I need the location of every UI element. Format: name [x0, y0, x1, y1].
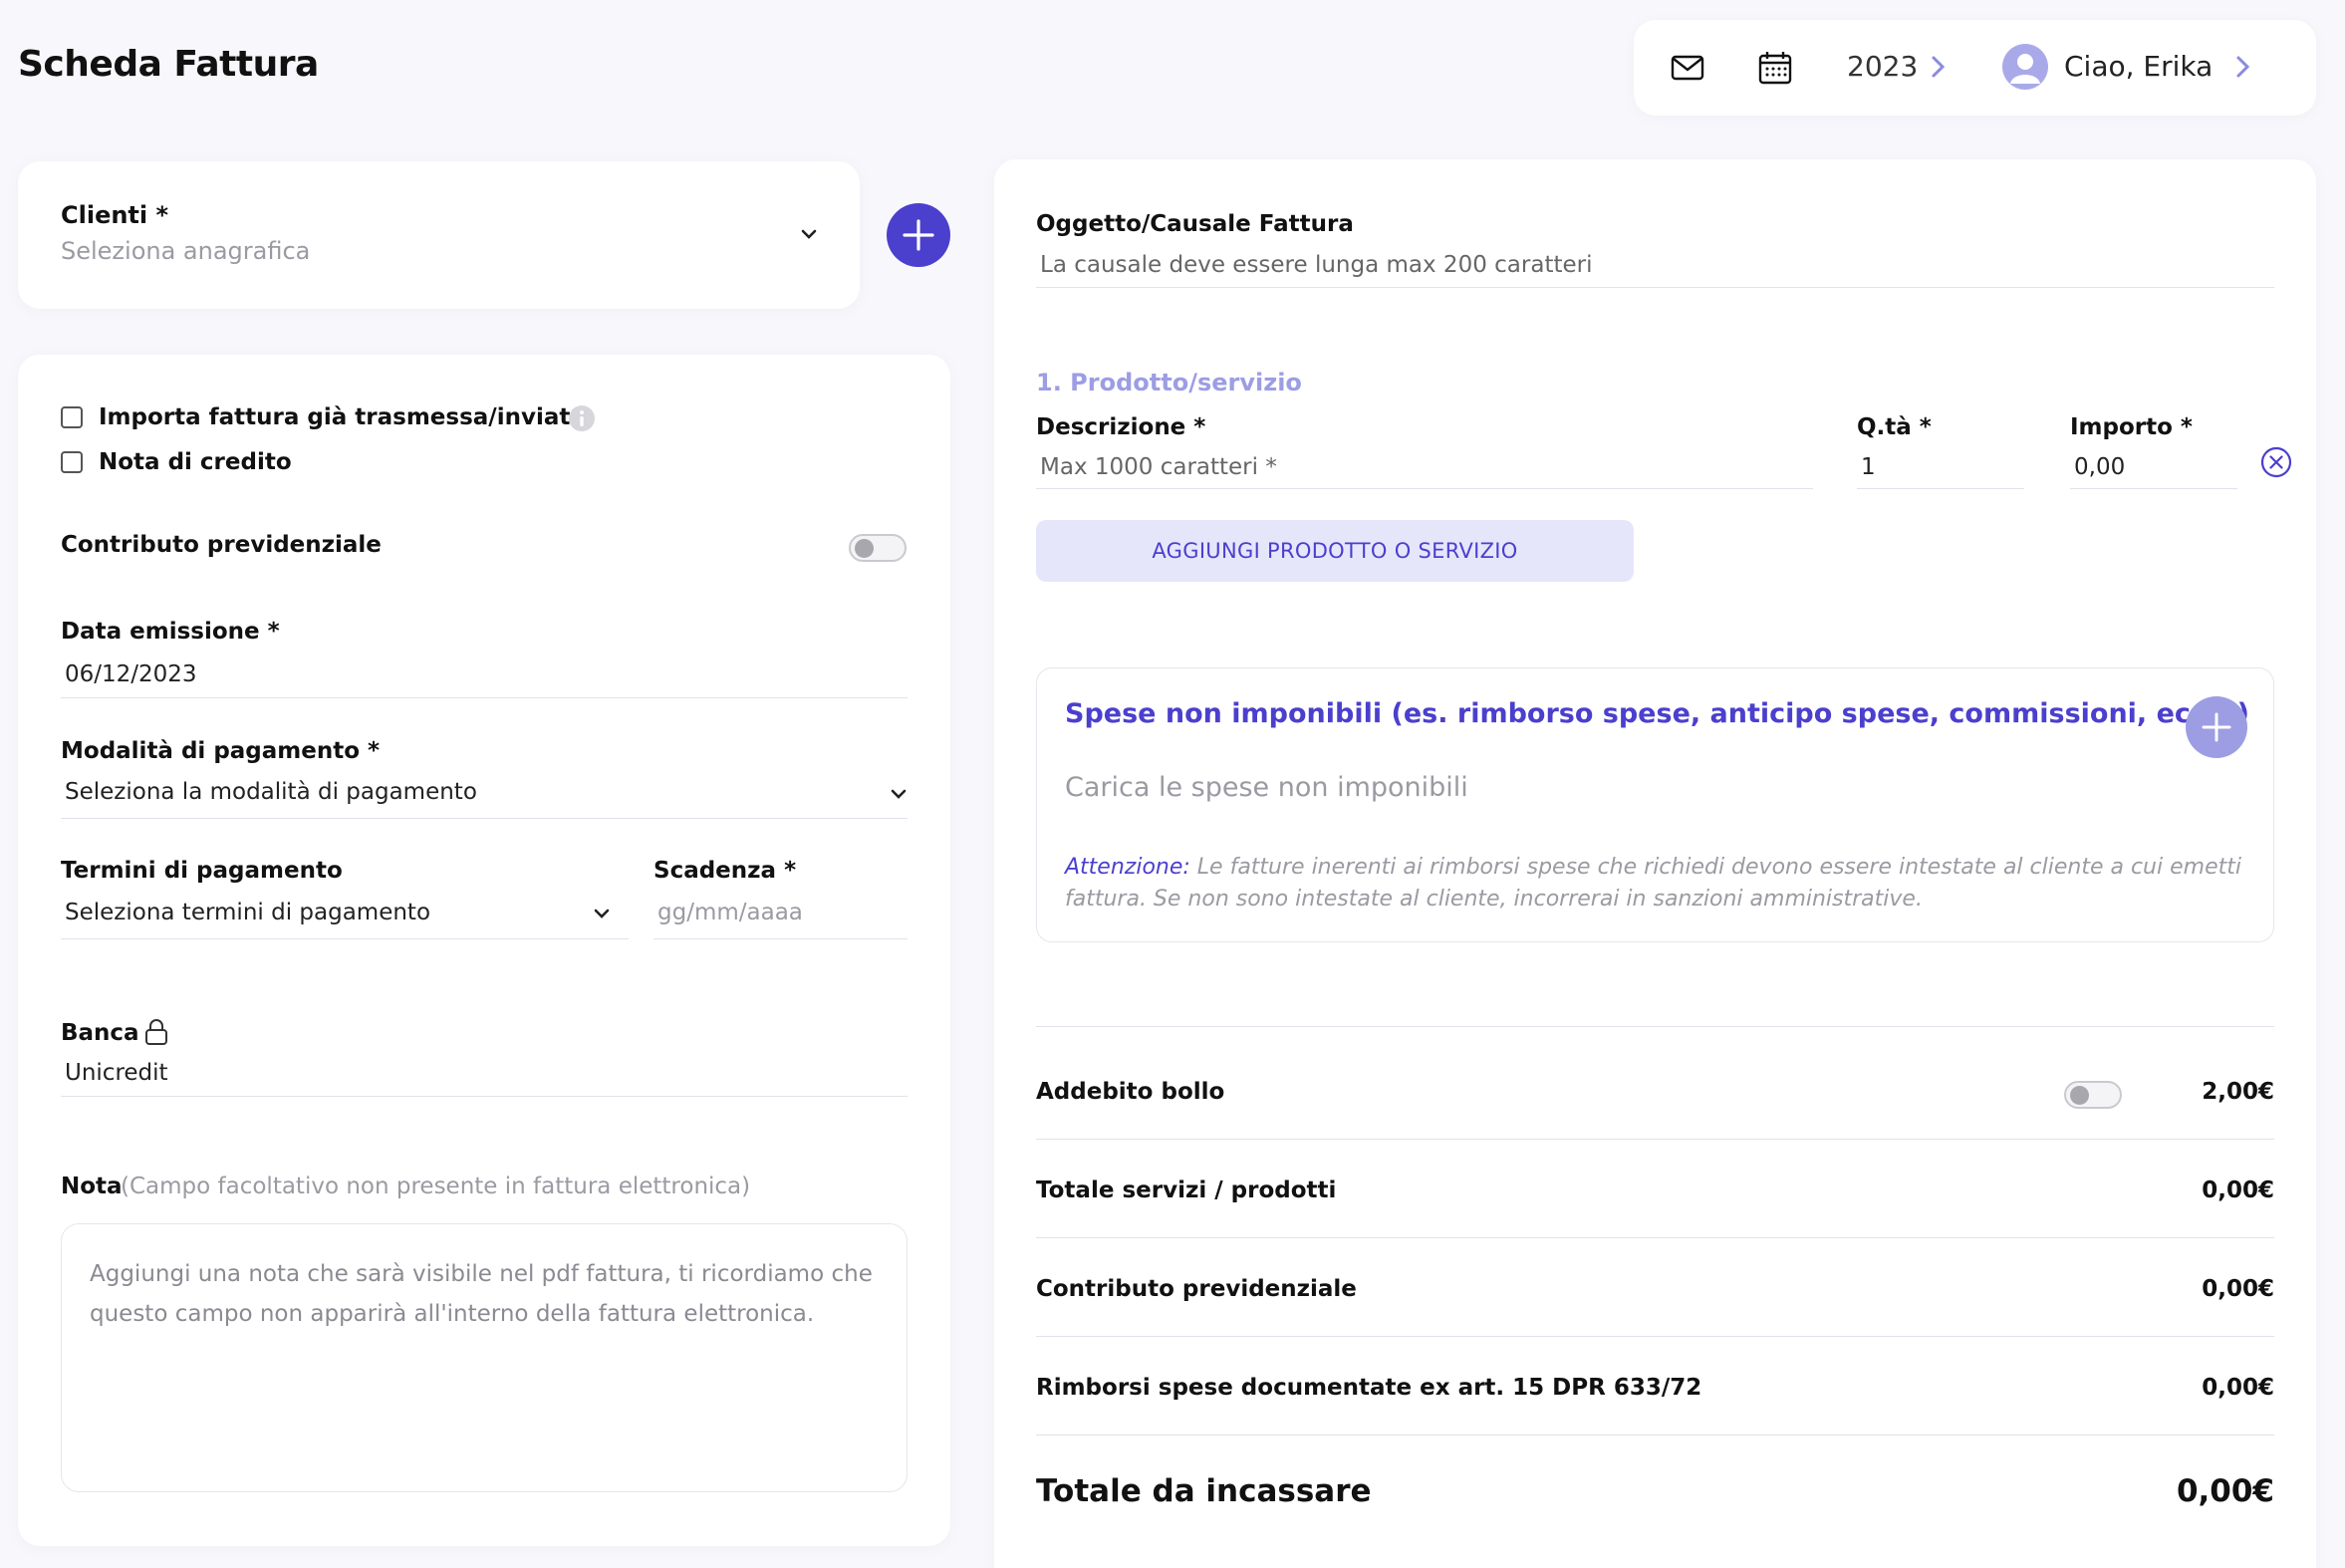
rimborsi-value: 0,00€	[2202, 1375, 2274, 1401]
top-header: 2023 Ciao, Erika	[1634, 20, 2316, 116]
data-emissione-label: Data emissione *	[61, 619, 280, 645]
year-selector[interactable]: 2023	[1847, 50, 1918, 83]
data-emissione-field[interactable]: 06/12/2023	[65, 661, 197, 687]
plus-icon	[903, 219, 934, 251]
chevron-down-icon[interactable]	[798, 227, 820, 247]
contributo-summary-label: Contributo previdenziale	[1036, 1276, 1357, 1302]
termini-label: Termini di pagamento	[61, 858, 343, 884]
descrizione-field[interactable]: Max 1000 caratteri *	[1040, 454, 1277, 480]
qta-field[interactable]: 1	[1861, 454, 1876, 480]
client-label: Clienti *	[61, 201, 169, 229]
plus-icon	[2202, 712, 2231, 742]
spese-warning-label: Attenzione:	[1065, 855, 1190, 880]
avatar[interactable]	[2002, 44, 2048, 90]
credit-note-checkbox[interactable]	[61, 451, 83, 473]
add-spese-button[interactable]	[2186, 696, 2247, 758]
scadenza-field[interactable]: gg/mm/aaaa	[657, 900, 803, 925]
contributo-summary-value: 0,00€	[2202, 1276, 2274, 1302]
nota-hint: (Campo facoltativo non presente in fattu…	[121, 1174, 751, 1199]
mail-icon[interactable]	[1668, 48, 1707, 88]
rimborsi-label: Rimborsi spese documentate ex art. 15 DP…	[1036, 1375, 1702, 1401]
remove-item-icon[interactable]	[2259, 445, 2293, 483]
termini-select[interactable]: Seleziona termini di pagamento	[65, 900, 430, 925]
spese-warning-text: Le fatture inerenti ai rimborsi spese ch…	[1065, 855, 2241, 912]
bollo-label: Addebito bollo	[1036, 1079, 1225, 1105]
client-placeholder: Seleziona anagrafica	[61, 237, 311, 265]
invoice-items-card: Oggetto/Causale Fattura La causale deve …	[994, 159, 2316, 1568]
nota-label: Nota	[61, 1174, 123, 1199]
totale-servizi-value: 0,00€	[2202, 1177, 2274, 1203]
modalita-label: Modalità di pagamento *	[61, 738, 381, 764]
import-invoice-label: Importa fattura già trasmessa/inviata	[99, 404, 586, 430]
oggetto-label: Oggetto/Causale Fattura	[1036, 211, 1354, 237]
info-icon[interactable]	[568, 404, 596, 436]
product-section-title: 1. Prodotto/servizio	[1036, 369, 1302, 396]
contributo-toggle[interactable]	[849, 534, 907, 562]
nota-textarea[interactable]: Aggiungi una nota che sarà visibile nel …	[61, 1223, 908, 1492]
totale-row: Totale da incassare 0,00€	[1036, 1435, 2274, 1533]
rimborsi-row: Rimborsi spese documentate ex art. 15 DP…	[1036, 1336, 2274, 1435]
modalita-select[interactable]: Seleziona la modalità di pagamento	[65, 779, 477, 805]
banca-label: Banca	[61, 1020, 139, 1046]
spese-upload-placeholder[interactable]: Carica le spese non imponibili	[1065, 772, 1468, 803]
chevron-down-icon[interactable]	[889, 787, 909, 806]
importo-field[interactable]: 0,00	[2074, 454, 2125, 480]
user-greeting[interactable]: Ciao, Erika	[2064, 50, 2213, 83]
page-title: Scheda Fattura	[18, 44, 319, 85]
chevron-right-icon[interactable]	[2233, 53, 2253, 85]
import-invoice-checkbox[interactable]	[61, 406, 83, 428]
totale-servizi-label: Totale servizi / prodotti	[1036, 1177, 1337, 1203]
qta-label: Q.tà *	[1857, 414, 1932, 440]
add-product-button[interactable]: AGGIUNGI PRODOTTO O SERVIZIO	[1036, 520, 1634, 582]
importo-label: Importo *	[2070, 414, 2193, 440]
descrizione-label: Descrizione *	[1036, 414, 1206, 440]
totale-value: 0,00€	[2176, 1473, 2274, 1509]
bollo-toggle[interactable]	[2064, 1081, 2122, 1109]
chevron-down-icon[interactable]	[592, 907, 612, 925]
spese-title: Spese non imponibili (es. rimborso spese…	[1065, 698, 2250, 729]
credit-note-label: Nota di credito	[99, 449, 292, 475]
bollo-row: Addebito bollo 2,00€	[1036, 1026, 2274, 1125]
contributo-label: Contributo previdenziale	[61, 532, 382, 558]
lock-icon	[143, 1018, 169, 1050]
client-select[interactable]: Clienti * Seleziona anagrafica	[18, 161, 860, 309]
spese-section: Spese non imponibili (es. rimborso spese…	[1036, 667, 2274, 942]
calendar-icon[interactable]	[1755, 48, 1795, 88]
totale-label: Totale da incassare	[1036, 1473, 1372, 1509]
scadenza-label: Scadenza *	[653, 858, 797, 884]
bollo-value: 2,00€	[2202, 1079, 2274, 1105]
oggetto-field[interactable]: La causale deve essere lunga max 200 car…	[1040, 252, 1592, 278]
chevron-right-icon[interactable]	[1929, 53, 1949, 85]
contributo-row: Contributo previdenziale 0,00€	[1036, 1237, 2274, 1336]
add-client-button[interactable]	[887, 203, 950, 267]
invoice-details-card: Importa fattura già trasmessa/inviata No…	[18, 355, 950, 1546]
spese-warning: Attenzione: Le fatture inerenti ai rimbo…	[1065, 852, 2250, 915]
nota-placeholder: Aggiungi una nota che sarà visibile nel …	[90, 1261, 873, 1327]
banca-field[interactable]: Unicredit	[65, 1060, 168, 1086]
totale-servizi-row: Totale servizi / prodotti 0,00€	[1036, 1139, 2274, 1237]
